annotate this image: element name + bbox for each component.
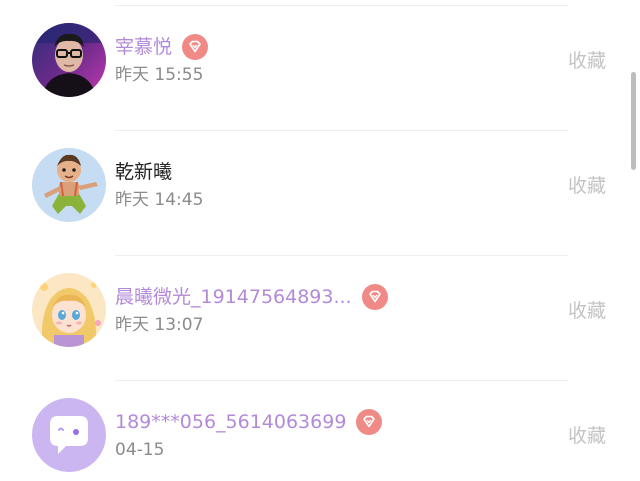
vip-badge (182, 34, 209, 60)
user-name[interactable]: 宰慕悦 (115, 34, 172, 60)
list-item[interactable]: 晨曦微光_19147564893... 昨天 13:07 收藏 (0, 250, 640, 374)
name-line: 宰慕悦 (115, 34, 209, 60)
diamond-icon (368, 290, 381, 303)
timestamp: 昨天 15:55 (115, 65, 204, 85)
avatar[interactable] (32, 23, 106, 97)
list-item[interactable]: 乾新曦 昨天 14:45 收藏 (0, 125, 640, 249)
timestamp: 04-15 (115, 440, 165, 460)
avatar[interactable] (32, 148, 106, 222)
name-line: 乾新曦 (115, 159, 172, 185)
favorite-button[interactable]: 收藏 (568, 173, 606, 199)
favorite-button[interactable]: 收藏 (568, 298, 606, 324)
vip-badge (356, 409, 383, 435)
diamond-icon (189, 40, 201, 53)
scrollbar[interactable] (631, 72, 636, 170)
timestamp: 昨天 14:45 (115, 190, 204, 210)
user-name[interactable]: 晨曦微光_19147564893... (115, 284, 352, 310)
favorite-button[interactable]: 收藏 (568, 423, 606, 449)
user-list: 宰慕悦 昨天 15:55 收藏 乾新曦 昨天 14:45 收藏 晨曦微光_191… (0, 0, 640, 481)
avatar[interactable] (32, 273, 106, 347)
name-line: 189***056_5614063699 (115, 409, 383, 435)
list-item[interactable]: 189***056_5614063699 04-15 收藏 (0, 375, 640, 481)
timestamp: 昨天 13:07 (115, 315, 204, 335)
user-name[interactable]: 189***056_5614063699 (115, 409, 346, 435)
vip-badge (361, 284, 388, 310)
diamond-icon (363, 415, 376, 428)
avatar-default-chat-bubble-icon (32, 398, 106, 472)
avatar-cartoon-boy-icon (32, 148, 106, 222)
user-name[interactable]: 乾新曦 (115, 159, 172, 185)
name-line: 晨曦微光_19147564893... (115, 284, 388, 310)
avatar-anime-girl-icon (32, 273, 106, 347)
favorite-button[interactable]: 收藏 (568, 48, 606, 74)
avatar-man-glasses-icon (32, 23, 106, 97)
list-item[interactable]: 宰慕悦 昨天 15:55 收藏 (0, 0, 640, 124)
avatar[interactable] (32, 398, 106, 472)
